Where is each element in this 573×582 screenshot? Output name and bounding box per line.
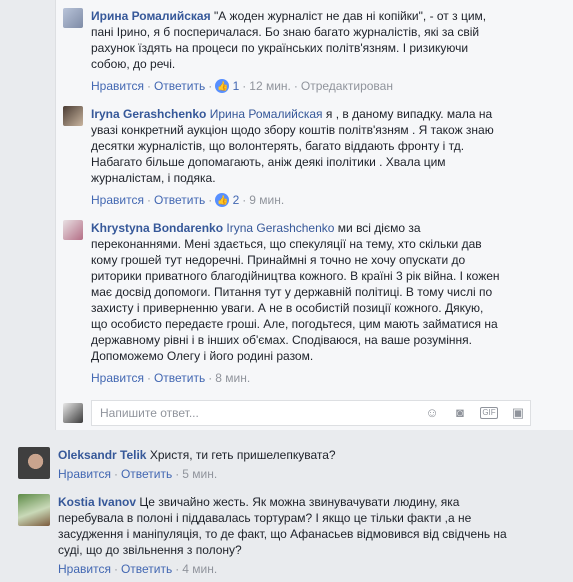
like-icon: [215, 192, 230, 208]
comment-actions: Нравится · Ответить · 8 мин.: [91, 371, 251, 385]
comment-text: ми всі діємо за переконаннями. Мені здає…: [91, 221, 500, 363]
comment-author[interactable]: Khrystyna Bondarenko: [91, 221, 223, 235]
like-button[interactable]: Нравится: [58, 562, 111, 576]
comment-time[interactable]: 12 мин.: [249, 79, 291, 93]
emoji-icon[interactable]: ☺: [424, 405, 440, 421]
like-button[interactable]: Нравится: [91, 79, 144, 93]
reply-button[interactable]: Ответить: [121, 562, 172, 576]
reply-button[interactable]: Ответить: [154, 79, 205, 93]
avatar[interactable]: [18, 494, 50, 526]
comment-author[interactable]: Oleksandr Telik: [58, 448, 146, 462]
camera-icon[interactable]: ◙: [452, 405, 468, 421]
comment-text-block: Iryna Gerashchenko Ирина Ромалийская я ,…: [91, 106, 501, 186]
comment-time[interactable]: 4 мин.: [182, 562, 217, 576]
comment-mention[interactable]: Ирина Ромалийская: [210, 107, 323, 121]
comment: Kostia Ivanov Це звичайно жесть. Як можн…: [18, 494, 568, 577]
comment-author[interactable]: Iryna Gerashchenko: [91, 107, 206, 121]
reply-composer: Напишите ответ... ☺ ◙ GIF ▣: [63, 400, 531, 426]
comment-time[interactable]: 5 мин.: [182, 467, 217, 481]
reply-button[interactable]: Ответить: [121, 467, 172, 481]
comment: Oleksandr Telik Христя, ти геть пришелеп…: [18, 447, 568, 482]
comment-author[interactable]: Kostia Ivanov: [58, 495, 136, 509]
comment-text-block: Khrystyna Bondarenko Iryna Gerashchenko …: [91, 220, 501, 364]
comment-author[interactable]: Ирина Ромалийская: [91, 9, 211, 23]
reply-button[interactable]: Ответить: [154, 371, 205, 385]
current-user-avatar: [63, 403, 83, 423]
reply-input[interactable]: Напишите ответ... ☺ ◙ GIF ▣: [91, 400, 531, 426]
avatar[interactable]: [18, 447, 50, 479]
comment: Ирина Ромалийская "А жоден журналіст не …: [63, 8, 563, 94]
comment-actions: Нравится·Ответить· 1·12 мин.·Отредактиро…: [91, 78, 501, 94]
comment: Khrystyna Bondarenko Iryna Gerashchenko …: [63, 220, 563, 386]
avatar[interactable]: [63, 106, 83, 126]
comment-actions: Нравится · Ответить · 4 мин.: [58, 562, 218, 576]
avatar[interactable]: [63, 8, 83, 28]
like-button[interactable]: Нравится: [58, 467, 111, 481]
like-count[interactable]: 1: [233, 79, 240, 93]
reply-button[interactable]: Ответить: [154, 193, 205, 207]
comment-actions: Нравится · Ответить · 5 мин.: [58, 467, 218, 481]
comment-time[interactable]: 8 мин.: [215, 371, 250, 385]
edited-label[interactable]: Отредактирован: [301, 79, 393, 93]
like-count[interactable]: 2: [233, 193, 240, 207]
reply-placeholder: Напишите ответ...: [100, 406, 199, 420]
comment: Iryna Gerashchenko Ирина Ромалийская я ,…: [63, 106, 563, 208]
sticker-icon[interactable]: ▣: [510, 405, 526, 421]
like-button[interactable]: Нравится: [91, 193, 144, 207]
avatar[interactable]: [63, 220, 83, 240]
comment-text-block: Ирина Ромалийская "А жоден журналіст не …: [91, 8, 501, 72]
comment-actions: Нравится·Ответить· 2·9 мин.: [91, 192, 501, 208]
comment-time[interactable]: 9 мин.: [249, 193, 284, 207]
like-button[interactable]: Нравится: [91, 371, 144, 385]
composer-icons: ☺ ◙ GIF ▣: [424, 405, 526, 421]
like-icon: [215, 78, 230, 94]
gif-icon[interactable]: GIF: [480, 407, 498, 419]
comment-text-block: Oleksandr Telik Христя, ти геть пришелеп…: [58, 447, 548, 463]
comment-text: Христя, ти геть пришелепкувата?: [149, 448, 336, 462]
comment-text-block: Kostia Ivanov Це звичайно жесть. Як можн…: [58, 494, 528, 558]
comment-mention[interactable]: Iryna Gerashchenko: [226, 221, 334, 235]
